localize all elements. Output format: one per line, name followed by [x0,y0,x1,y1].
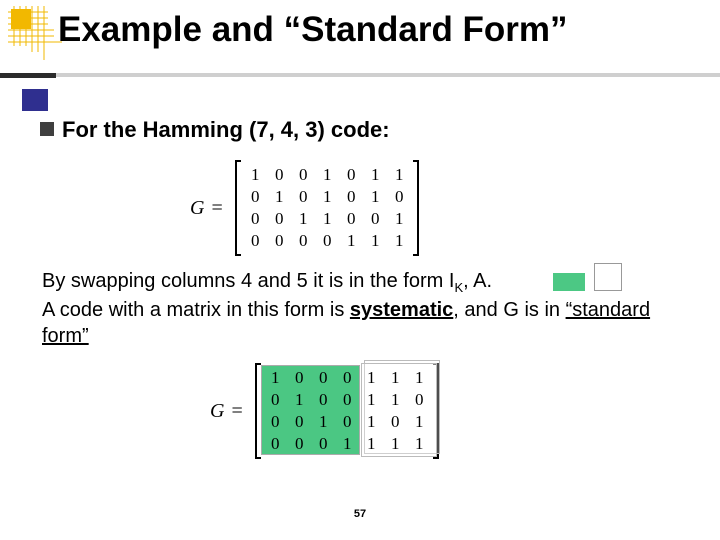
paragraph-explanation: By swapping columns 4 and 5 it is in the… [42,268,682,349]
equals-sign-2: = [231,400,242,422]
page-number: 57 [0,508,720,520]
para-systematic: systematic [350,299,453,321]
right-bracket-icon-2 [433,363,439,459]
left-bracket-icon-2 [255,363,261,459]
bullet-line-1: For the Hamming (7, 4, 3) code: [40,117,390,143]
bullet-1-text: For the Hamming (7, 4, 3) code: [62,117,390,142]
matrix2-table: 1000111 0100110 0010101 0001111 [263,367,431,455]
matrix-symbol-2: G [210,400,224,422]
slide-title: Example and “Standard Form” [58,10,568,50]
logo-grid-icon [8,6,62,60]
para-text-b: A code with a matrix in this form is [42,299,350,321]
para-ik-sub: K [454,280,463,295]
left-bracket-icon [235,160,241,256]
equals-sign: = [211,197,222,219]
matrix1-table: 1001011 0101010 0011001 0000111 [243,164,411,252]
para-comma: , [463,270,473,292]
para-a: A. [473,270,492,292]
accent-box [22,89,48,111]
matrix-g-original: G = 1001011 0101010 0011001 0000111 [190,158,421,258]
right-bracket-icon [413,160,419,256]
title-rule-light [56,73,720,77]
para-text-c: , and G is in [453,299,565,321]
bullet-square-icon [40,122,54,136]
title-rule-dark [0,73,56,78]
para-text-a: By swapping columns 4 and 5 it is in the… [42,270,449,292]
matrix-symbol: G [190,197,204,219]
matrix-g-standard: G = 1000111 0100110 0010101 0001111 [210,361,441,461]
